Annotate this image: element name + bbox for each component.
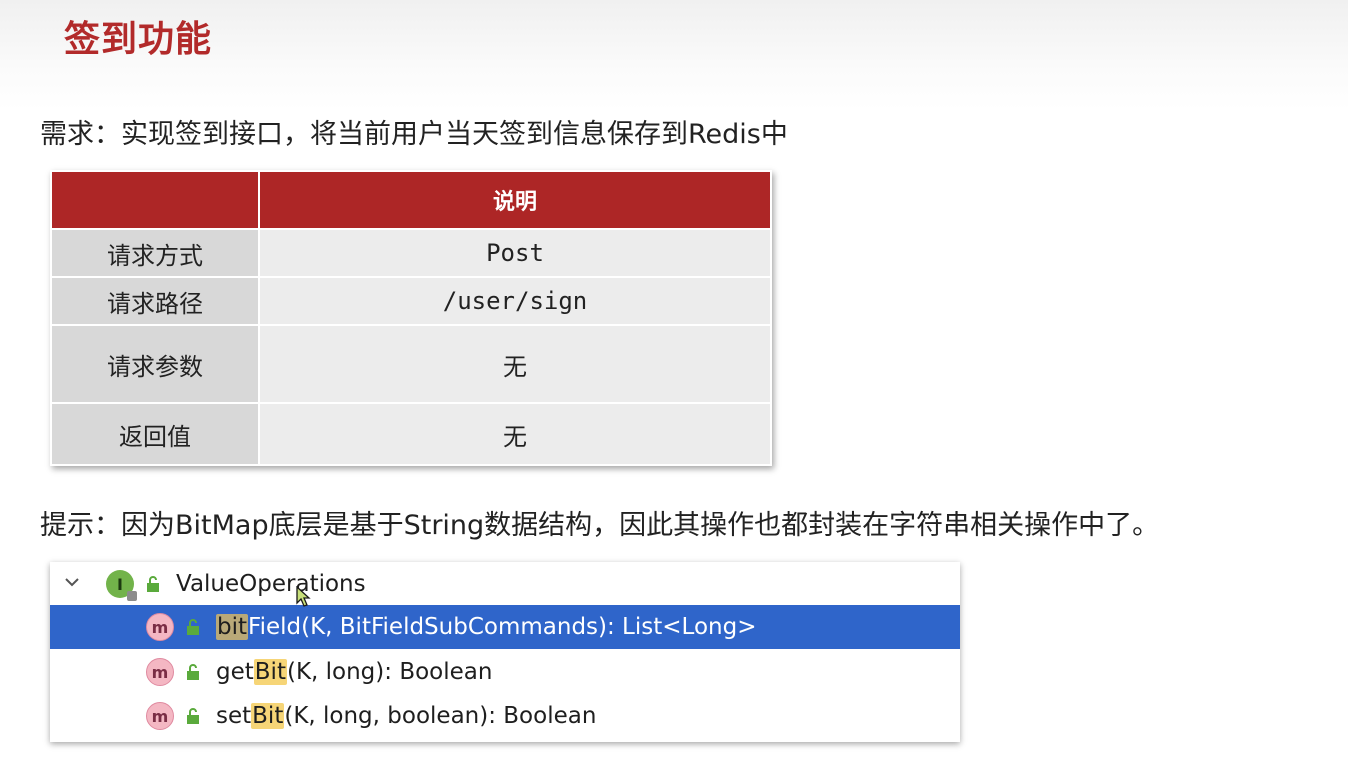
method-icon: m [146, 702, 174, 730]
slide: 签到功能 需求：实现签到接口，将当前用户当天签到信息保存到Redis中 说明 请… [0, 0, 1348, 769]
mouse-cursor-icon [296, 586, 311, 607]
table-header-label [50, 170, 260, 230]
table-cell-value: /user/sign [258, 276, 772, 326]
unlock-icon [187, 664, 199, 680]
table-row: 请求路径 /user/sign [50, 276, 772, 326]
method-signature: getBit(K, long): Boolean [216, 659, 493, 685]
table-cell-value: 无 [258, 324, 772, 404]
unlock-icon [187, 619, 199, 635]
table-row: 返回值 无 [50, 402, 772, 466]
tree-node-interface[interactable]: I ValueOperations [50, 562, 960, 606]
table-row: 请求参数 无 [50, 324, 772, 404]
method-signature: bitField(K, BitFieldSubCommands): List<L… [216, 614, 757, 640]
ide-structure-popup: I ValueOperations m bitField(K, BitField… [50, 562, 960, 742]
table-cell-key: 返回值 [50, 402, 260, 466]
table-header-value: 说明 [258, 170, 772, 230]
interface-icon: I [106, 570, 137, 601]
table-cell-key: 请求方式 [50, 228, 260, 278]
match-highlight: Bit [253, 659, 287, 685]
page-title: 签到功能 [64, 19, 213, 60]
api-spec-table: 说明 请求方式 Post 请求路径 /user/sign 请求参数 无 返回值 … [50, 170, 772, 466]
table-cell-value: 无 [258, 402, 772, 466]
chevron-down-icon[interactable] [62, 572, 82, 592]
method-signature: setBit(K, long, boolean): Boolean [216, 703, 597, 729]
method-icon: m [146, 658, 174, 686]
interface-name: ValueOperations [176, 571, 366, 597]
table-cell-value: Post [258, 228, 772, 278]
unlock-icon [187, 708, 199, 724]
table-cell-key: 请求路径 [50, 276, 260, 326]
tree-node-method[interactable]: m setBit(K, long, boolean): Boolean [50, 694, 960, 738]
table-header-row: 说明 [50, 170, 772, 230]
tree-node-method[interactable]: m bitField(K, BitFieldSubCommands): List… [50, 605, 960, 649]
table-row: 请求方式 Post [50, 228, 772, 278]
match-highlight: Bit [251, 703, 285, 729]
requirement-text: 需求：实现签到接口，将当前用户当天签到信息保存到Redis中 [40, 119, 788, 150]
table-cell-key: 请求参数 [50, 324, 260, 404]
method-icon: m [146, 613, 174, 641]
match-highlight: bit [216, 614, 249, 640]
hint-text: 提示：因为BitMap底层是基于String数据结构，因此其操作也都封装在字符串… [40, 510, 1160, 541]
tree-node-method[interactable]: m getBit(K, long): Boolean [50, 650, 960, 694]
unlock-icon [147, 576, 159, 592]
